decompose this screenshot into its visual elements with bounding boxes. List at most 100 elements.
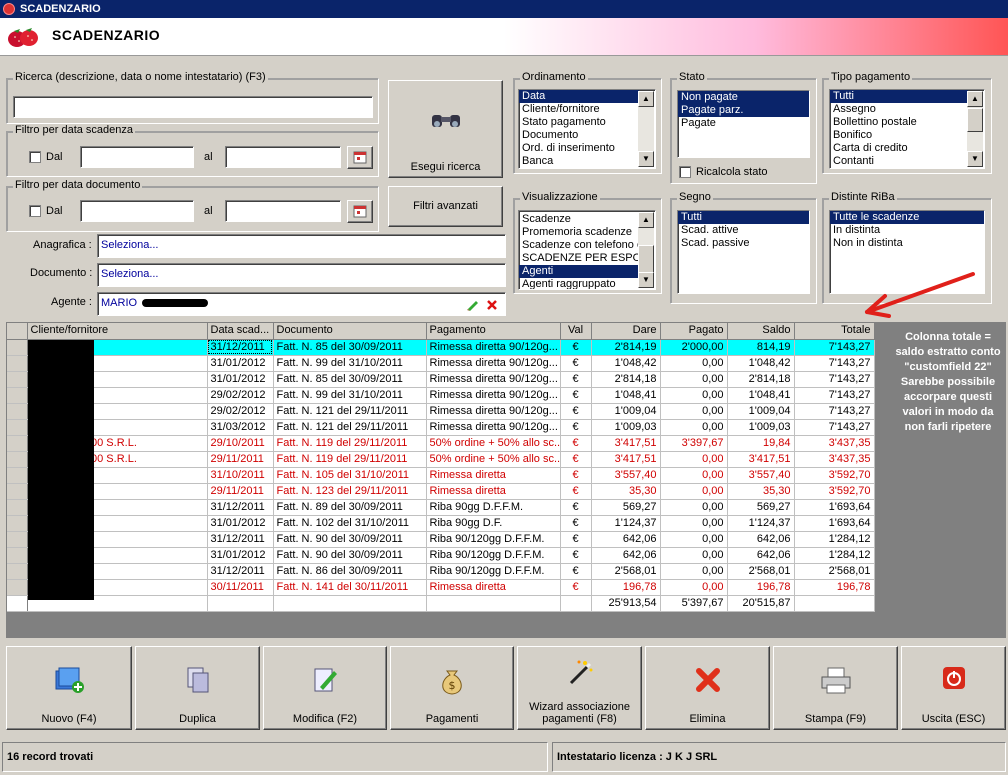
table-row[interactable]: S.R.L.29/02/2012Fatt. N. 99 del 31/10/20… bbox=[7, 387, 875, 404]
ricalcola-checkbox[interactable] bbox=[679, 166, 691, 178]
filter-due-from-input[interactable] bbox=[80, 146, 194, 168]
stato-item[interactable]: Pagate parz. bbox=[678, 104, 809, 117]
row-indicator[interactable] bbox=[7, 419, 28, 436]
stato-item[interactable]: Non pagate bbox=[678, 91, 809, 104]
stato-item[interactable]: Pagate bbox=[678, 117, 809, 130]
table-row[interactable]: S.R.L.31/12/2011Fatt. N. 85 del 30/09/20… bbox=[7, 339, 875, 356]
search-input[interactable] bbox=[13, 96, 373, 118]
segno-item[interactable]: Tutti bbox=[678, 211, 809, 224]
ordinamento-item[interactable]: Documento bbox=[519, 129, 655, 142]
ordinamento-item[interactable]: Data bbox=[519, 90, 639, 103]
table-row[interactable]: S.R.L.31/03/2012Fatt. N. 121 del 29/11/2… bbox=[7, 419, 875, 436]
segno-item[interactable]: Scad. attive bbox=[678, 224, 809, 237]
elimina-button[interactable]: Elimina bbox=[645, 646, 770, 730]
row-indicator[interactable] bbox=[7, 387, 28, 404]
visualizzazione-item[interactable]: Scadenze con telefono e bbox=[519, 239, 639, 252]
scroll-thumb[interactable] bbox=[967, 108, 983, 132]
segno-item[interactable]: Scad. passive bbox=[678, 237, 809, 250]
visualizzazione-item[interactable]: Promemoria scadenze bbox=[519, 226, 655, 239]
segno-list[interactable]: Tutti Scad. attive Scad. passive bbox=[677, 210, 810, 294]
edit-pencil-icon[interactable] bbox=[466, 299, 480, 311]
ordinamento-item[interactable]: Ord. di inserimento bbox=[519, 142, 655, 155]
clear-x-icon[interactable] bbox=[486, 299, 498, 311]
row-indicator[interactable] bbox=[7, 355, 28, 372]
uscita-button[interactable]: Uscita (ESC) bbox=[901, 646, 1006, 730]
duplica-button[interactable]: Duplica bbox=[135, 646, 260, 730]
tipo-pagamento-item[interactable]: Carta di credito bbox=[830, 142, 984, 155]
scroll-thumb[interactable] bbox=[638, 245, 654, 273]
visualizzazione-list[interactable]: Scadenze Promemoria scadenze Scadenze co… bbox=[518, 210, 656, 290]
column-header[interactable]: Data scad... bbox=[207, 323, 274, 340]
calendar-doc-button[interactable] bbox=[347, 200, 373, 223]
stampa-button[interactable]: Stampa (F9) bbox=[773, 646, 898, 730]
filter-due-checkbox[interactable] bbox=[29, 151, 41, 163]
tipo-pagamento-item[interactable]: Assegno bbox=[830, 103, 984, 116]
agente-field[interactable]: MARIO bbox=[97, 292, 506, 316]
visualizzazione-item[interactable]: SCADENZE PER ESPO bbox=[519, 252, 639, 265]
row-indicator[interactable] bbox=[7, 547, 28, 564]
column-header[interactable]: Val bbox=[560, 323, 592, 340]
scroll-up-icon[interactable]: ▲ bbox=[967, 91, 983, 107]
column-header[interactable]: Totale bbox=[794, 323, 875, 340]
tipo-pagamento-list[interactable]: Tutti Assegno Bollettino postale Bonific… bbox=[829, 89, 985, 169]
ordinamento-list[interactable]: Data Cliente/fornitore Stato pagamento D… bbox=[518, 89, 656, 169]
scadenze-table[interactable]: Cliente/fornitore Data scad... Documento… bbox=[6, 322, 875, 612]
visualizzazione-item[interactable]: Agenti raggruppato bbox=[519, 278, 655, 289]
scroll-up-icon[interactable]: ▲ bbox=[638, 91, 654, 107]
tipo-pagamento-item[interactable]: Bollettino postale bbox=[830, 116, 984, 129]
scroll-down-icon[interactable]: ▼ bbox=[638, 272, 654, 288]
visualizzazione-scrollbar[interactable]: ▲ ▼ bbox=[638, 212, 654, 288]
column-header[interactable]: Pagato bbox=[660, 323, 728, 340]
modifica-button[interactable]: Modifica (F2) bbox=[263, 646, 387, 730]
table-row[interactable]: 31/12/2011 Fatt. N. 90 del 30/09/2011 Riba… bbox=[7, 531, 875, 548]
distinte-item[interactable]: Tutte le scadenze bbox=[830, 211, 984, 224]
row-indicator[interactable] bbox=[7, 499, 28, 516]
table-row[interactable]: ILIZIA S.R.L.31/12/2011Fatt. N. 86 del 3… bbox=[7, 563, 875, 580]
column-header[interactable]: Dare bbox=[591, 323, 661, 340]
column-header[interactable]: Saldo bbox=[727, 323, 795, 340]
table-row[interactable]: .R.L.31/10/2011Fatt. N. 105 del 31/10/20… bbox=[7, 467, 875, 484]
scroll-up-icon[interactable]: ▲ bbox=[638, 212, 654, 228]
ordinamento-scrollbar[interactable]: ▲ ▼ bbox=[638, 91, 654, 167]
row-indicator[interactable] bbox=[7, 563, 28, 580]
row-indicator[interactable] bbox=[7, 371, 28, 388]
table-row[interactable]: S.R.L.29/02/2012Fatt. N. 121 del 29/11/2… bbox=[7, 403, 875, 420]
row-indicator[interactable] bbox=[7, 435, 28, 452]
tipo-pagamento-item[interactable]: Contanti bbox=[830, 155, 984, 168]
documento-field[interactable]: Seleziona... bbox=[97, 263, 506, 287]
row-indicator[interactable] bbox=[7, 531, 28, 548]
ordinamento-item[interactable]: Cliente/fornitore bbox=[519, 103, 655, 116]
scroll-down-icon[interactable]: ▼ bbox=[638, 151, 654, 167]
visualizzazione-item[interactable]: Scadenze bbox=[519, 213, 655, 226]
table-row[interactable]: .R.L.29/11/2011Fatt. N. 123 del 29/11/20… bbox=[7, 483, 875, 500]
filter-doc-from-input[interactable] bbox=[80, 200, 194, 222]
tipo-pagamento-scrollbar[interactable]: ▲ ▼ bbox=[967, 91, 983, 167]
search-button[interactable]: Esegui ricerca bbox=[388, 80, 503, 178]
row-indicator[interactable] bbox=[7, 403, 28, 420]
row-indicator[interactable] bbox=[7, 515, 28, 532]
distinte-item[interactable]: In distinta bbox=[830, 224, 984, 237]
stato-list[interactable]: Non pagate Pagate parz. Pagate bbox=[677, 90, 810, 158]
column-header[interactable]: Documento bbox=[273, 323, 427, 340]
scroll-down-icon[interactable]: ▼ bbox=[967, 151, 983, 167]
table-row[interactable]: 31/01/2012 Fatt. N. 90 del 30/09/2011 Riba… bbox=[7, 547, 875, 564]
ordinamento-item[interactable]: Banca bbox=[519, 155, 655, 168]
advanced-filters-button[interactable]: Filtri avanzati bbox=[388, 186, 503, 227]
tipo-pagamento-item[interactable]: Tutti bbox=[830, 90, 968, 103]
table-row[interactable]: LO S.N.C.31/01/2012Fatt. N. 102 del 31/1… bbox=[7, 515, 875, 532]
row-indicator[interactable] bbox=[7, 339, 28, 356]
column-header[interactable]: Cliente/fornitore bbox=[27, 323, 208, 340]
distinte-item[interactable]: Non in distinta bbox=[830, 237, 984, 250]
filter-due-to-input[interactable] bbox=[225, 146, 341, 168]
row-indicator[interactable] bbox=[7, 451, 28, 468]
table-row[interactable]: RUZIONI 2000 S.R.L.29/11/2011Fatt. N. 11… bbox=[7, 451, 875, 468]
table-row[interactable]: S.R.L.31/01/2012Fatt. N. 85 del 30/09/20… bbox=[7, 371, 875, 388]
filter-doc-to-input[interactable] bbox=[225, 200, 341, 222]
pagamenti-button[interactable]: $ Pagamenti bbox=[390, 646, 514, 730]
table-row[interactable]: RUZIONI 2000 S.R.L.29/10/2011Fatt. N. 11… bbox=[7, 435, 875, 452]
row-indicator[interactable] bbox=[7, 579, 28, 596]
visualizzazione-item[interactable]: Agenti bbox=[519, 265, 639, 278]
anagrafica-field[interactable]: Seleziona... bbox=[97, 234, 506, 258]
wizard-button[interactable]: Wizard associazione pagamenti (F8) bbox=[517, 646, 642, 730]
tipo-pagamento-item[interactable]: Bonifico bbox=[830, 129, 984, 142]
